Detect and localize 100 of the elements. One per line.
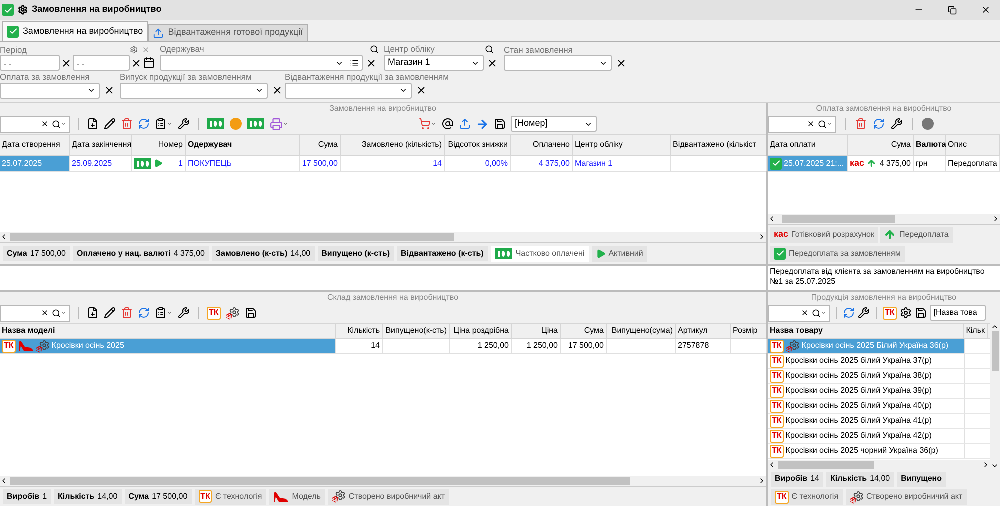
- caret-down-icon[interactable]: [821, 310, 827, 316]
- product-item[interactable]: ТК Кросівки осінь 2025 білий Україна 41(р): [768, 414, 964, 428]
- clear-icon[interactable]: [41, 120, 49, 128]
- refresh-icon[interactable]: [138, 118, 150, 130]
- product-item[interactable]: ТК Кросівки осінь 2025 Білий Україна 36(р): [768, 339, 964, 353]
- caret-down-icon[interactable]: [827, 121, 833, 127]
- tab[interactable]: Відвантаження готової продукції: [148, 24, 308, 41]
- table-cell[interactable]: 14: [336, 339, 383, 353]
- clear-icon[interactable]: [807, 120, 815, 128]
- column-header[interactable]: Ціна роздрібна: [450, 324, 512, 338]
- search-field[interactable]: [768, 116, 836, 132]
- legend-item[interactable]: Частково оплачені: [490, 246, 589, 262]
- caret-down-icon[interactable]: [61, 310, 67, 316]
- upload-icon[interactable]: [459, 118, 471, 130]
- horizontal-scrollbar[interactable]: [768, 460, 990, 470]
- legend-item[interactable]: Активний: [592, 246, 648, 262]
- column-header[interactable]: Дата створення: [0, 135, 70, 155]
- clear-icon[interactable]: [616, 58, 627, 68]
- table-cell[interactable]: 1: [132, 156, 186, 171]
- new-document-icon[interactable]: [87, 118, 99, 130]
- date-field[interactable]: . .: [0, 55, 60, 71]
- column-header[interactable]: Валюта: [914, 135, 946, 155]
- column-header[interactable]: Ціна: [512, 324, 561, 338]
- right-arrow-icon[interactable]: [476, 118, 489, 130]
- legend-item[interactable]: Передоплата за замовленням: [770, 246, 905, 262]
- product-item[interactable]: ТК Кросівки осінь 2025 білий Україна 40(р): [768, 399, 964, 413]
- table-cell[interactable]: 17 500,00: [300, 156, 341, 171]
- table-cell[interactable]: 4 375,00: [511, 156, 573, 171]
- wrench-icon[interactable]: [858, 307, 870, 319]
- clear-icon[interactable]: [131, 58, 142, 68]
- table-cell[interactable]: ТК Кросівки осінь 2025: [0, 339, 336, 353]
- dropdown-field[interactable]: [285, 82, 412, 98]
- scroll-up-icon[interactable]: [991, 323, 999, 331]
- legend-item[interactable]: кас Готівковий розрахунок: [770, 227, 878, 243]
- clear-icon[interactable]: [272, 85, 283, 96]
- legend-item[interactable]: ТК Є технологія: [194, 488, 266, 504]
- search-icon[interactable]: [812, 308, 821, 318]
- table-cell[interactable]: 17 500,00: [561, 339, 607, 353]
- wrench-icon[interactable]: [178, 307, 190, 319]
- search-field[interactable]: [0, 116, 70, 132]
- tab[interactable]: Замовлення на виробництво: [2, 21, 148, 41]
- table-cell[interactable]: 25.09.2025: [70, 156, 132, 171]
- column-header[interactable]: Назва товару: [768, 324, 964, 338]
- table-cell[interactable]: 14: [341, 156, 445, 171]
- product-item[interactable]: ТК Кросівки осінь 2025 чорний Україна 36(р): [768, 444, 964, 458]
- clipboard-icon[interactable]: [155, 118, 173, 130]
- wrench-icon[interactable]: [178, 118, 190, 130]
- table-cell[interactable]: Передоплата: [946, 156, 1000, 171]
- save-icon[interactable]: [494, 118, 506, 130]
- column-header[interactable]: Випущено(сума): [607, 324, 676, 338]
- column-header[interactable]: Відсоток знижки: [445, 135, 511, 155]
- scroll-right-icon[interactable]: [992, 215, 1000, 223]
- legend-item[interactable]: Створено виробничий акт: [846, 489, 967, 505]
- table-cell[interactable]: 1 250,00: [450, 339, 512, 353]
- scroll-down-icon[interactable]: [991, 462, 999, 470]
- table-cell[interactable]: кас 4 375,00: [848, 156, 914, 171]
- search-icon[interactable]: [52, 308, 61, 318]
- clear-icon[interactable]: [416, 85, 427, 96]
- gear-icon[interactable]: [900, 307, 912, 319]
- column-header[interactable]: Кільк: [964, 324, 988, 338]
- calendar-icon[interactable]: [143, 57, 155, 69]
- refresh-icon[interactable]: [843, 307, 855, 319]
- legend-item[interactable]: Передоплата: [880, 227, 953, 243]
- clear-icon[interactable]: [366, 58, 377, 68]
- table-cell[interactable]: Магазин 1: [573, 156, 671, 171]
- product-item[interactable]: ТК Кросівки осінь 2025 білий Україна 37(р): [768, 354, 964, 368]
- printer-icon[interactable]: [270, 118, 289, 130]
- dropdown-field[interactable]: [120, 82, 268, 98]
- sort-dropdown[interactable]: [Назва това: [930, 305, 986, 321]
- scroll-right-icon[interactable]: [758, 233, 766, 241]
- wrench-icon[interactable]: [891, 118, 903, 130]
- caret-down-icon[interactable]: [61, 121, 67, 127]
- settings-icon[interactable]: [18, 5, 28, 15]
- close-icon[interactable]: [981, 5, 991, 15]
- horizontal-scrollbar[interactable]: [0, 476, 766, 486]
- scroll-right-icon[interactable]: [982, 461, 990, 469]
- cart-icon[interactable]: [419, 118, 437, 130]
- column-header[interactable]: Назва моделі: [0, 324, 336, 338]
- date-field[interactable]: . .: [73, 55, 130, 71]
- refresh-icon[interactable]: [873, 118, 885, 130]
- column-header[interactable]: Відвантажено (кількіст: [671, 135, 766, 155]
- table-cell[interactable]: ПОКУПЕЦЬ: [186, 156, 300, 171]
- column-header[interactable]: Оплачено: [511, 135, 573, 155]
- sort-dropdown[interactable]: [Номер]: [511, 116, 597, 132]
- product-item[interactable]: ТК Кросівки осінь 2025 білий Україна 38(р): [768, 369, 964, 383]
- column-header[interactable]: Одержувач: [186, 135, 300, 155]
- legend-item[interactable]: Створено виробничий акт: [328, 488, 450, 504]
- restore-icon[interactable]: [948, 6, 957, 14]
- coin-icon[interactable]: [922, 118, 934, 130]
- scroll-left-icon[interactable]: [0, 477, 8, 485]
- clear-icon[interactable]: [104, 85, 115, 96]
- dropdown-field[interactable]: [504, 55, 612, 71]
- legend-item[interactable]: Модель: [269, 488, 325, 504]
- table-cell[interactable]: 2757878: [676, 339, 731, 353]
- clear-icon[interactable]: [61, 58, 72, 68]
- column-header[interactable]: Дата оплати: [768, 135, 848, 155]
- trash-icon[interactable]: [855, 118, 867, 130]
- search-field[interactable]: [0, 304, 70, 322]
- column-header[interactable]: Артикул: [676, 324, 731, 338]
- search-icon[interactable]: [818, 120, 827, 128]
